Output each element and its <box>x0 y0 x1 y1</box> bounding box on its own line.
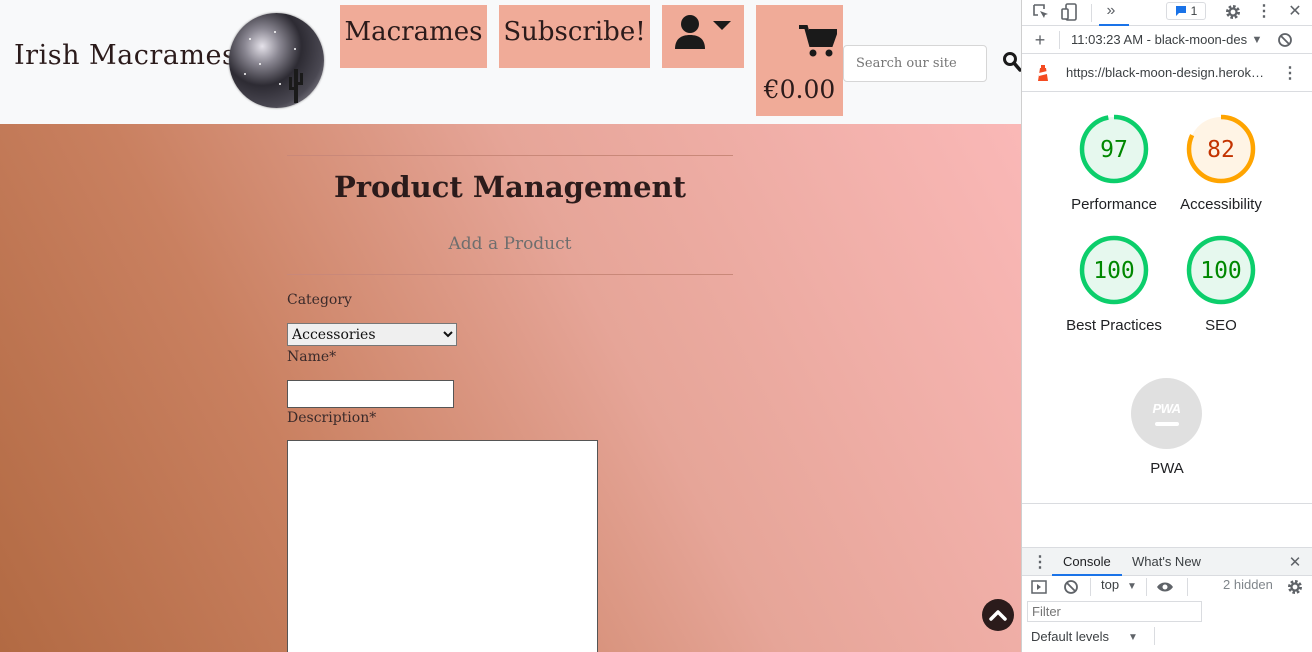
pwa-label: PWA <box>1150 460 1184 477</box>
page-subtitle: Add a Product <box>448 234 572 254</box>
search-icon[interactable] <box>1003 52 1021 72</box>
new-report-icon[interactable]: + <box>1031 30 1049 50</box>
description-textarea[interactable] <box>287 440 598 652</box>
macrames-label: Macrames <box>344 17 483 47</box>
account-menu-button[interactable] <box>662 5 744 68</box>
close-devtools-icon[interactable]: ✕ <box>1286 2 1304 20</box>
macrames-menu-button[interactable]: Macrames <box>340 5 487 68</box>
brand-title[interactable]: Irish Macrames <box>14 40 236 71</box>
divider-top <box>287 155 733 156</box>
report-url-row: https://black-moon-design.herok… ⋮ <box>1022 54 1312 92</box>
page-title: Product Management <box>333 170 687 204</box>
divider-bottom <box>287 274 733 275</box>
report-url: https://black-moon-design.herok… <box>1066 65 1264 80</box>
report-timestamp-select[interactable]: 11:03:23 AM - black-moon-des <box>1071 32 1251 47</box>
seo-label: SEO <box>1205 317 1237 334</box>
tab-whats-new[interactable]: What's New <box>1132 554 1201 569</box>
hidden-count: 2 hidden <box>1223 577 1273 592</box>
clear-reports-icon[interactable] <box>1276 31 1294 49</box>
lighthouse-icon <box>1038 65 1048 81</box>
back-to-top-button[interactable] <box>982 599 1014 631</box>
performance-score: 97 <box>1100 137 1128 163</box>
best-practices-label: Best Practices <box>1066 317 1162 334</box>
accessibility-gauge[interactable]: 82 <box>1185 113 1257 185</box>
console-toolbar: top ▼ 2 hidden <box>1022 576 1312 598</box>
devtools-toolbar: » 1 ⋮ ✕ <box>1022 0 1312 26</box>
site-search-input[interactable] <box>843 45 987 82</box>
report-menu-icon[interactable]: ⋮ <box>1281 64 1299 82</box>
devtools-panel: » 1 ⋮ ✕ + 11:03:23 AM - black-moon-des ▼… <box>1021 0 1312 652</box>
performance-gauge[interactable]: 97 <box>1078 113 1150 185</box>
settings-gear-icon[interactable] <box>1224 3 1242 21</box>
clear-console-icon[interactable] <box>1062 578 1080 596</box>
inspect-element-icon[interactable] <box>1032 3 1050 21</box>
console-filter-input[interactable] <box>1027 601 1202 622</box>
name-label: Name* <box>287 349 337 365</box>
caret-down-icon <box>713 21 731 30</box>
website-viewport: Irish Macrames Macrames Subscribe! €0.00… <box>0 0 1021 652</box>
log-levels-select[interactable]: Default levels <box>1031 629 1109 644</box>
category-select[interactable]: Accessories <box>287 323 457 346</box>
issues-badge[interactable]: 1 <box>1166 2 1206 20</box>
main-content: Product Management Add a Product Categor… <box>0 124 1021 652</box>
shopping-bag-button[interactable]: €0.00 <box>756 5 843 116</box>
close-drawer-icon[interactable]: ✕ <box>1286 553 1304 571</box>
more-options-icon[interactable]: ⋮ <box>1255 2 1273 20</box>
log-levels-dropdown-icon[interactable]: ▼ <box>1124 628 1142 646</box>
live-expression-eye-icon[interactable] <box>1156 578 1174 596</box>
console-settings-gear-icon[interactable] <box>1286 578 1304 596</box>
drawer-tabbar: ⋮ Console What's New ✕ <box>1022 547 1312 576</box>
best-practices-score: 100 <box>1093 258 1135 284</box>
pwa-dash-icon <box>1154 422 1179 426</box>
seo-gauge[interactable]: 100 <box>1185 234 1257 306</box>
sidebar-toggle-icon[interactable] <box>1030 578 1048 596</box>
dropdown-arrow-icon[interactable]: ▼ <box>1248 31 1266 49</box>
bag-total: €0.00 <box>763 75 836 104</box>
pwa-badge-text: PWA <box>1152 401 1181 416</box>
site-header: Irish Macrames Macrames Subscribe! €0.00 <box>0 0 1021 124</box>
issues-count: 1 <box>1190 4 1198 18</box>
best-practices-gauge[interactable]: 100 <box>1078 234 1150 306</box>
name-input[interactable] <box>287 380 454 408</box>
subscribe-label: Subscribe! <box>503 17 646 47</box>
accessibility-score: 82 <box>1207 137 1235 163</box>
issues-icon <box>1175 6 1186 16</box>
context-dropdown-icon[interactable]: ▼ <box>1123 577 1141 595</box>
subscribe-button[interactable]: Subscribe! <box>499 5 650 68</box>
logo-image[interactable] <box>229 13 324 108</box>
shopping-cart-icon <box>798 25 837 57</box>
chevron-up-icon <box>989 610 1007 621</box>
report-toolbar: + 11:03:23 AM - black-moon-des ▼ <box>1022 26 1312 54</box>
context-select[interactable]: top <box>1101 577 1119 592</box>
accessibility-label: Accessibility <box>1180 196 1262 213</box>
tab-console[interactable]: Console <box>1063 554 1111 569</box>
category-label: Category <box>287 292 352 308</box>
performance-label: Performance <box>1071 196 1157 213</box>
pwa-badge[interactable]: PWA <box>1131 378 1202 449</box>
drawer-menu-icon[interactable]: ⋮ <box>1031 553 1049 571</box>
seo-score: 100 <box>1200 258 1242 284</box>
user-icon <box>675 15 705 49</box>
more-tabs-icon[interactable]: » <box>1102 2 1120 20</box>
device-toolbar-icon[interactable] <box>1061 3 1079 21</box>
description-label: Description* <box>287 410 377 426</box>
